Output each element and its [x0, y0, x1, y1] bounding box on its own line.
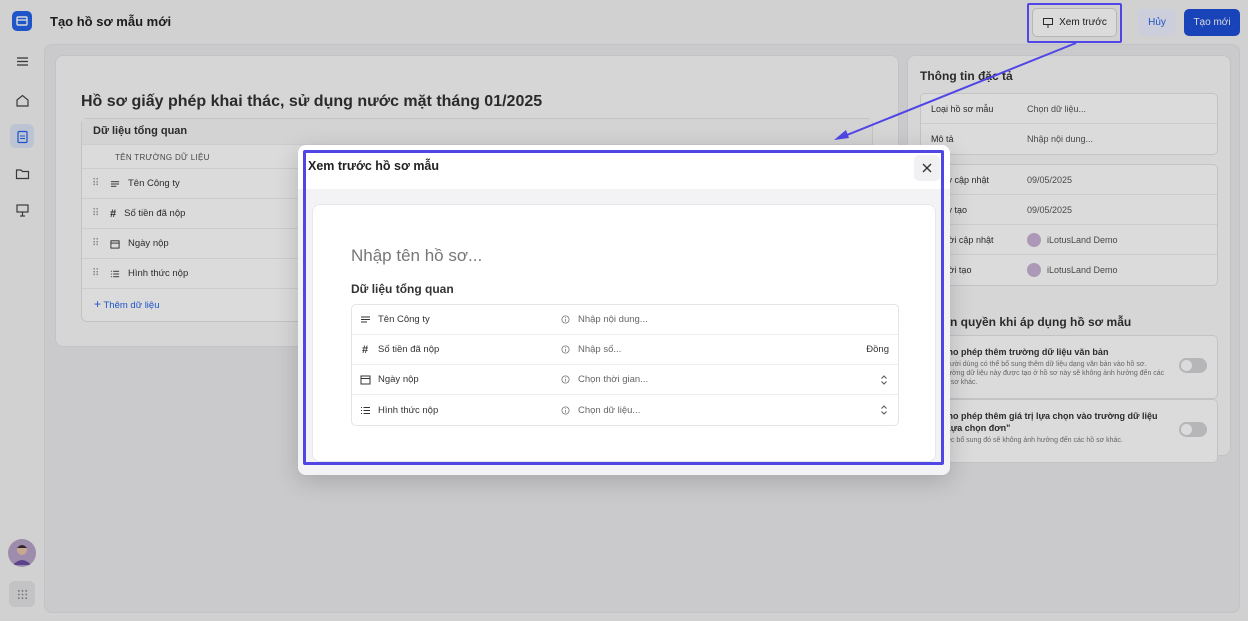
preview-button-highlight — [1027, 3, 1122, 43]
modal-highlight — [303, 150, 944, 465]
